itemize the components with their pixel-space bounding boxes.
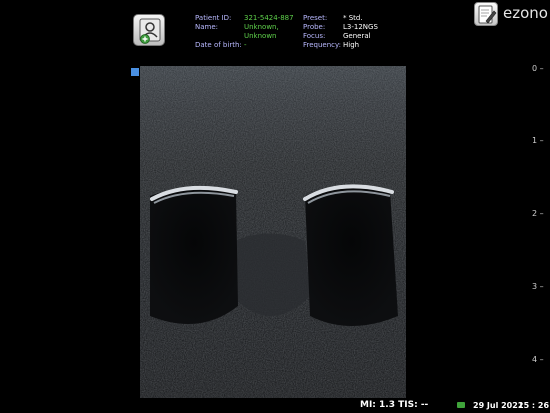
preset-label: Preset: xyxy=(303,14,328,22)
focus-value: General xyxy=(343,32,371,40)
depth-tick-2: 2 – xyxy=(532,209,544,218)
settings-labels: Preset: Probe: Focus: Frequency: xyxy=(303,14,341,50)
dob-value: - xyxy=(244,41,247,49)
depth-tick-1: 1 – xyxy=(532,136,544,145)
frequency-label: Frequency: xyxy=(303,41,342,49)
patient-name-label: Name: xyxy=(195,23,219,31)
date-readout: 29 Jul 2022 xyxy=(473,401,524,410)
dob-label: Date of birth: xyxy=(195,41,242,49)
probe-label: Probe: xyxy=(303,23,326,31)
patient-labels: Patient ID: Name: Date of birth: xyxy=(195,14,242,50)
focus-label: Focus: xyxy=(303,32,326,40)
patient-name-value-line2: Unknown xyxy=(244,32,277,40)
patient-name-value-line1: Unknown, xyxy=(244,23,279,31)
depth-tick-0: 0 – xyxy=(532,64,544,73)
brand-logo: ezono xyxy=(503,4,548,22)
probe-value: L3-12NGS xyxy=(343,23,378,31)
depth-scale: 0 – 1 – 2 – 3 – 4 – xyxy=(532,64,550,394)
preset-value: * Std. xyxy=(343,14,363,22)
patient-info-button[interactable] xyxy=(133,14,165,46)
patient-add-icon xyxy=(139,18,161,44)
time-readout: 15 : 26 xyxy=(518,401,550,410)
depth-tick-4: 4 – xyxy=(532,355,544,364)
notes-button[interactable] xyxy=(474,2,498,26)
patient-id-label: Patient ID: xyxy=(195,14,232,22)
ultrasound-image[interactable] xyxy=(140,66,406,398)
depth-tick-3: 3 – xyxy=(532,282,544,291)
mi-tis-readout: MI: 1.3 TIS: -- xyxy=(360,400,429,410)
frequency-value: High xyxy=(343,41,360,49)
settings-values: * Std. L3-12NGS General High xyxy=(343,14,378,50)
orientation-marker-icon xyxy=(131,68,139,76)
ultrasound-echo-pattern xyxy=(140,66,406,398)
battery-icon xyxy=(457,402,465,408)
notes-pen-icon xyxy=(478,5,497,24)
patient-id-value: 321-5424-887 xyxy=(244,14,294,22)
patient-values: 321-5424-887 Unknown, Unknown - xyxy=(244,14,294,50)
